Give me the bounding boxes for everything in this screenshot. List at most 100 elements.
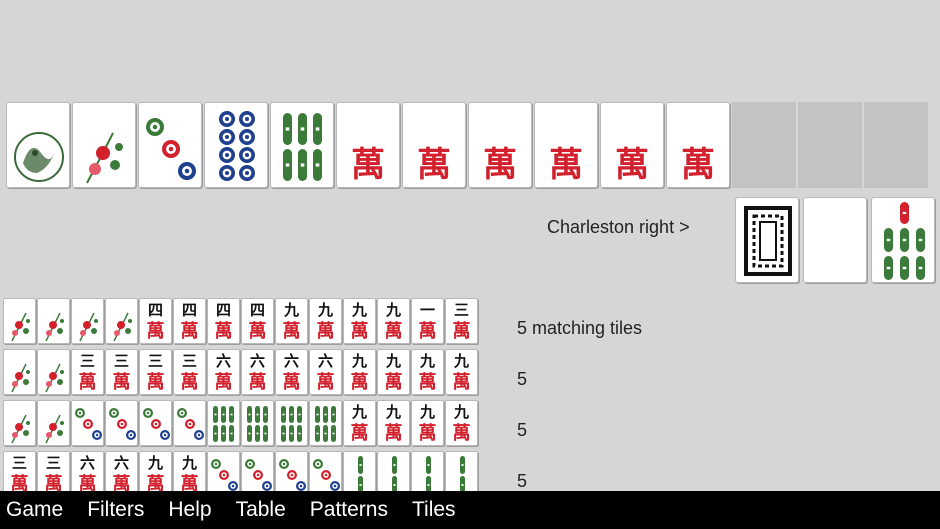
mini-tile-crak[interactable]: 六萬 bbox=[309, 349, 342, 395]
wan-character: 萬 bbox=[681, 145, 715, 185]
pattern-row[interactable]: 三萬三萬三萬三萬六萬六萬六萬六萬九萬九萬九萬九萬 bbox=[3, 349, 478, 400]
wan-character: 萬 bbox=[180, 372, 199, 393]
matching-count: 5 bbox=[517, 471, 528, 491]
wan-character: 萬 bbox=[351, 145, 385, 185]
mini-tile-dot-3[interactable] bbox=[173, 400, 206, 446]
matching-count: 5 matching tiles bbox=[517, 318, 643, 338]
mini-tile-crak[interactable]: 九萬 bbox=[343, 349, 376, 395]
wan-character: 萬 bbox=[452, 423, 471, 444]
matching-count: 5 bbox=[517, 420, 528, 440]
wan-character: 萬 bbox=[214, 321, 233, 342]
tile-dot-3[interactable] bbox=[138, 102, 202, 188]
wan-character: 萬 bbox=[282, 321, 301, 342]
mini-tile-crak[interactable]: 九萬 bbox=[411, 349, 444, 395]
matching-count: 5 bbox=[517, 369, 528, 389]
tile-crak-9[interactable]: 萬 bbox=[666, 102, 730, 188]
wan-character: 萬 bbox=[248, 321, 267, 342]
tile-flower[interactable] bbox=[72, 102, 136, 188]
mini-tile-crak[interactable]: 三萬 bbox=[139, 349, 172, 395]
mini-tile-flower[interactable] bbox=[37, 400, 70, 446]
mini-tile-crak[interactable]: 九萬 bbox=[343, 400, 376, 446]
mini-tile-crak[interactable]: 三萬 bbox=[105, 349, 138, 395]
tile-crak-9[interactable]: 萬 bbox=[600, 102, 664, 188]
charleston-tiles bbox=[735, 197, 935, 283]
menu-bar: Game Filters Help Table Patterns Tiles bbox=[0, 491, 940, 529]
wan-character: 萬 bbox=[452, 372, 471, 393]
wan-character: 萬 bbox=[282, 372, 301, 393]
mini-tile-crak[interactable]: 六萬 bbox=[241, 349, 274, 395]
pattern-row[interactable]: 九萬九萬九萬九萬 bbox=[3, 400, 478, 451]
empty-tile-slot[interactable] bbox=[732, 102, 796, 188]
wan-character: 萬 bbox=[384, 372, 403, 393]
mini-tile-crak[interactable]: 四萬 bbox=[207, 298, 240, 344]
tile-bam-6[interactable] bbox=[270, 102, 334, 188]
mini-tile-crak[interactable]: 四萬 bbox=[241, 298, 274, 344]
mini-tile-crak[interactable]: 九萬 bbox=[411, 400, 444, 446]
menu-patterns[interactable]: Patterns bbox=[310, 498, 388, 522]
tile-joker[interactable] bbox=[6, 102, 70, 188]
menu-tiles[interactable]: Tiles bbox=[412, 498, 456, 522]
tile-dot-8[interactable] bbox=[204, 102, 268, 188]
wan-character: 萬 bbox=[78, 372, 97, 393]
tile-south-wind[interactable] bbox=[803, 197, 867, 283]
mini-tile-crak[interactable]: 一萬 bbox=[411, 298, 444, 344]
wan-character: 萬 bbox=[483, 145, 517, 185]
wan-character: 萬 bbox=[615, 145, 649, 185]
tile-crak-2[interactable]: 萬 bbox=[402, 102, 466, 188]
mini-tile-bam[interactable] bbox=[309, 400, 342, 446]
empty-tile-slot[interactable] bbox=[798, 102, 862, 188]
mini-tile-bam[interactable] bbox=[207, 400, 240, 446]
wan-character: 萬 bbox=[384, 423, 403, 444]
menu-help[interactable]: Help bbox=[168, 498, 211, 522]
tile-crak-6[interactable]: 萬 bbox=[534, 102, 598, 188]
mini-tile-crak[interactable]: 四萬 bbox=[173, 298, 206, 344]
mini-tile-dot-3[interactable] bbox=[139, 400, 172, 446]
mini-tile-crak[interactable]: 六萬 bbox=[207, 349, 240, 395]
mini-tile-crak[interactable]: 九萬 bbox=[343, 298, 376, 344]
menu-game[interactable]: Game bbox=[6, 498, 63, 522]
mini-tile-crak[interactable]: 三萬 bbox=[173, 349, 206, 395]
mini-tile-dot-3[interactable] bbox=[105, 400, 138, 446]
mini-tile-crak[interactable]: 三萬 bbox=[71, 349, 104, 395]
mini-tile-flower[interactable] bbox=[71, 298, 104, 344]
player-hand: 萬萬萬萬萬萬 bbox=[6, 102, 928, 188]
wan-character: 萬 bbox=[417, 145, 451, 185]
wan-character: 萬 bbox=[146, 321, 165, 342]
mini-tile-dot-3[interactable] bbox=[71, 400, 104, 446]
menu-filters[interactable]: Filters bbox=[87, 498, 144, 522]
wan-character: 萬 bbox=[316, 372, 335, 393]
wan-character: 萬 bbox=[350, 423, 369, 444]
empty-tile-slot[interactable] bbox=[864, 102, 928, 188]
mini-tile-bam[interactable] bbox=[241, 400, 274, 446]
wan-character: 萬 bbox=[452, 321, 471, 342]
mini-tile-flower[interactable] bbox=[3, 349, 36, 395]
mini-tile-crak[interactable]: 九萬 bbox=[377, 400, 410, 446]
mini-tile-crak[interactable]: 九萬 bbox=[445, 349, 478, 395]
wan-character: 萬 bbox=[350, 372, 369, 393]
mini-tile-flower[interactable] bbox=[37, 349, 70, 395]
wan-character: 萬 bbox=[418, 321, 437, 342]
wan-character: 萬 bbox=[316, 321, 335, 342]
mini-tile-crak[interactable]: 九萬 bbox=[309, 298, 342, 344]
mini-tile-crak[interactable]: 九萬 bbox=[377, 298, 410, 344]
mini-tile-crak[interactable]: 三萬 bbox=[445, 298, 478, 344]
mini-tile-crak[interactable]: 四萬 bbox=[139, 298, 172, 344]
wan-character: 萬 bbox=[180, 321, 199, 342]
tile-white-dragon[interactable] bbox=[735, 197, 799, 283]
mini-tile-flower[interactable] bbox=[105, 298, 138, 344]
mini-tile-crak[interactable]: 六萬 bbox=[275, 349, 308, 395]
pattern-row[interactable]: 四萬四萬四萬四萬九萬九萬九萬九萬一萬三萬 bbox=[3, 298, 478, 349]
mini-tile-crak[interactable]: 九萬 bbox=[445, 400, 478, 446]
tile-bam-7[interactable] bbox=[871, 197, 935, 283]
mini-tile-flower[interactable] bbox=[3, 298, 36, 344]
wan-character: 萬 bbox=[418, 372, 437, 393]
mini-tile-flower[interactable] bbox=[37, 298, 70, 344]
menu-table[interactable]: Table bbox=[236, 498, 286, 522]
mini-tile-crak[interactable]: 九萬 bbox=[377, 349, 410, 395]
mini-tile-bam[interactable] bbox=[275, 400, 308, 446]
tile-crak-1[interactable]: 萬 bbox=[336, 102, 400, 188]
mahjong-screen: 萬萬萬萬萬萬 Charleston right > 四萬四萬四萬四萬九萬九萬九萬… bbox=[0, 0, 940, 529]
mini-tile-crak[interactable]: 九萬 bbox=[275, 298, 308, 344]
tile-crak-3[interactable]: 萬 bbox=[468, 102, 532, 188]
mini-tile-flower[interactable] bbox=[3, 400, 36, 446]
